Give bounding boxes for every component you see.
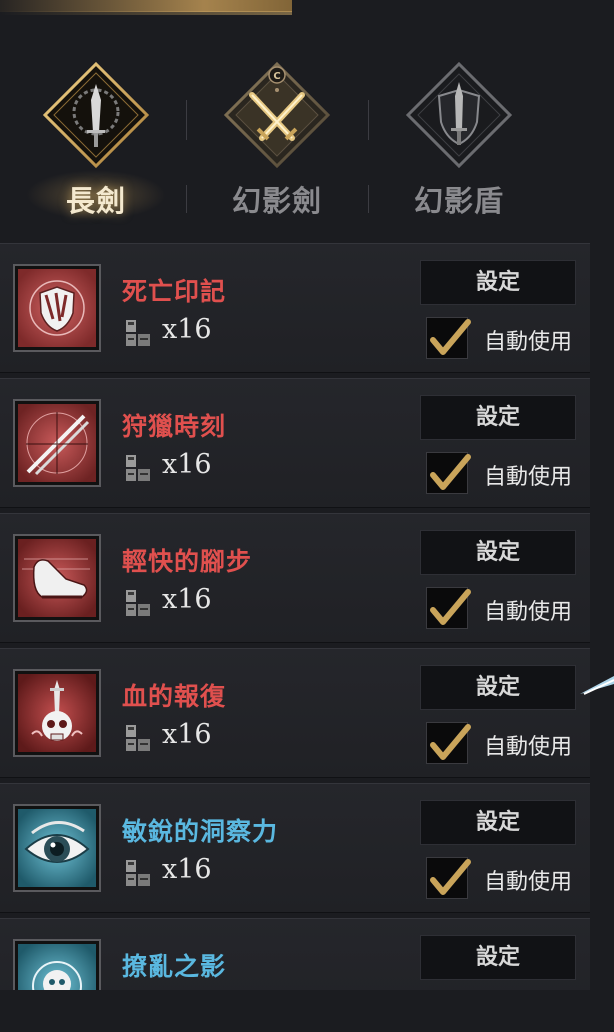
tab-phantom-shield[interactable]: 幻影盾 — [369, 55, 549, 225]
keen-insight-icon — [18, 809, 96, 887]
skill-name: 血的報復 — [122, 682, 227, 711]
tab-long-sword[interactable]: 長劍 — [6, 55, 186, 225]
skill-row: 狩獵時刻 x16 設定 自動使用 — [0, 378, 590, 508]
dazzling-shadow-icon — [18, 944, 96, 990]
skill-scroll-icon — [126, 725, 150, 751]
auto-use-checkbox[interactable] — [426, 587, 471, 629]
settings-button[interactable]: 設定 — [420, 530, 576, 575]
phantom-shield-emblem-icon — [405, 61, 513, 169]
checkmark-icon — [430, 589, 471, 625]
skill-quantity: x16 — [162, 719, 212, 750]
auto-use-toggle[interactable]: 自動使用 — [426, 722, 586, 766]
skill-row: 死亡印記 x16 設定 自動使用 — [0, 243, 590, 373]
tab-label: 幻影劍 — [231, 184, 322, 218]
weapon-tabs: 長劍 C 幻影劍 幻影盾 — [0, 55, 614, 225]
settings-button[interactable]: 設定 — [420, 260, 576, 305]
auto-use-toggle[interactable]: 自動使用 — [426, 587, 586, 631]
auto-use-toggle[interactable]: 自動使用 — [426, 317, 586, 361]
settings-button[interactable]: 設定 — [420, 665, 576, 710]
tab-label: 長劍 — [65, 184, 126, 218]
checkmark-icon — [430, 724, 471, 760]
skill-scroll-icon — [126, 320, 150, 346]
skill-scroll-icon — [126, 860, 150, 886]
skill-name: 死亡印記 — [122, 277, 227, 306]
auto-use-toggle[interactable]: 自動使用 — [426, 857, 586, 901]
skill-row: 敏銳的洞察力 x16 設定 自動使用 — [0, 783, 590, 913]
auto-use-checkbox[interactable] — [426, 722, 471, 764]
header-accent-glow — [0, 11, 292, 15]
skill-scroll-icon — [126, 590, 150, 616]
long-sword-emblem-icon — [42, 61, 150, 169]
skill-row: 輕快的腳步 x16 設定 自動使用 — [0, 513, 590, 643]
checkmark-icon — [430, 454, 471, 490]
light-steps-icon — [18, 539, 96, 617]
skill-quantity: x16 — [162, 584, 212, 615]
light-flare-icon — [580, 676, 614, 695]
settings-button[interactable]: 設定 — [420, 800, 576, 845]
svg-text:C: C — [273, 71, 280, 82]
skill-name: 敏銳的洞察力 — [122, 817, 279, 846]
tab-label: 幻影盾 — [413, 184, 504, 218]
skill-icon-frame[interactable] — [13, 534, 101, 622]
skill-icon-frame[interactable] — [13, 804, 101, 892]
auto-use-checkbox[interactable] — [426, 317, 471, 359]
phantom-sword-emblem-icon: C — [223, 61, 331, 169]
skill-quantity: x16 — [162, 449, 212, 480]
blood-revenge-icon — [18, 674, 96, 752]
tab-phantom-sword[interactable]: C 幻影劍 — [187, 55, 367, 225]
skill-icon-frame[interactable] — [13, 399, 101, 487]
auto-use-label: 自動使用 — [484, 600, 573, 625]
auto-use-label: 自動使用 — [484, 735, 573, 760]
auto-use-checkbox[interactable] — [426, 857, 471, 899]
skill-scroll-icon — [126, 455, 150, 481]
hunting-moment-icon — [18, 404, 96, 482]
auto-use-checkbox[interactable] — [426, 452, 471, 494]
auto-use-label: 自動使用 — [484, 465, 573, 490]
skill-name: 狩獵時刻 — [122, 412, 227, 441]
death-mark-icon — [18, 269, 96, 347]
skill-icon-frame[interactable] — [13, 939, 101, 990]
checkmark-icon — [430, 319, 471, 355]
settings-button[interactable]: 設定 — [420, 935, 576, 980]
skill-row: 撩亂之影 設定 — [0, 918, 590, 990]
skill-quantity: x16 — [162, 854, 212, 885]
skill-icon-frame[interactable] — [13, 669, 101, 757]
skill-row: 血的報復 x16 設定 自動使用 — [0, 648, 590, 778]
skill-quantity: x16 — [162, 314, 212, 345]
skill-name: 撩亂之影 — [122, 952, 227, 981]
checkmark-icon — [430, 859, 471, 895]
auto-use-toggle[interactable]: 自動使用 — [426, 452, 586, 496]
auto-use-label: 自動使用 — [484, 870, 573, 895]
skill-name: 輕快的腳步 — [122, 547, 253, 576]
skill-icon-frame[interactable] — [13, 264, 101, 352]
skill-list: 死亡印記 x16 設定 自動使用 狩獵時刻 x16 設定 自動使用 輕快的腳步 … — [0, 243, 592, 990]
auto-use-label: 自動使用 — [484, 330, 573, 355]
settings-button[interactable]: 設定 — [420, 395, 576, 440]
